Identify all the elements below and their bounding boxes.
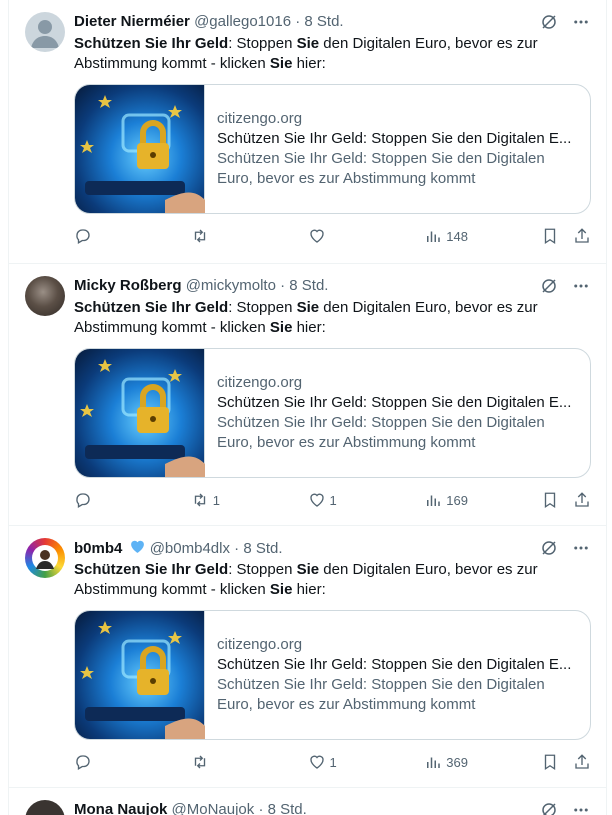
- tweet[interactable]: Mona Naujok @MoNaujok · 8 Std.: [9, 788, 606, 815]
- tweet-text: Schützen Sie Ihr Geld: Stoppen Sie den D…: [74, 35, 538, 72]
- retweet-icon: [194, 493, 205, 507]
- analytics-icon: [427, 757, 440, 768]
- heart-icon: [309, 755, 324, 769]
- card-domain: citizengo.org: [217, 636, 303, 653]
- reply-icon: [76, 755, 90, 770]
- views-count: 169: [446, 492, 468, 508]
- action-bar: 148: [74, 226, 591, 246]
- grok-icon[interactable]: [540, 277, 558, 295]
- reply-button[interactable]: [74, 227, 134, 245]
- heart-icon: [309, 229, 324, 243]
- tweet-header: Mona Naujok @MoNaujok · 8 Std.: [74, 800, 590, 815]
- avatar[interactable]: [25, 12, 65, 52]
- share-icon[interactable]: [573, 753, 591, 771]
- tweet-header: Dieter Nierméier @gallego1016 · 8 Std.: [74, 12, 590, 32]
- link-card[interactable]: citizengo.org Schützen Sie Ihr Geld: Sto…: [74, 348, 591, 478]
- avatar[interactable]: [25, 800, 65, 815]
- tweet[interactable]: Micky Roßberg @mickymolto · 8 Std. Schüt…: [9, 264, 606, 526]
- grok-icon[interactable]: [540, 539, 558, 557]
- share-icon[interactable]: [573, 491, 591, 509]
- card-image: [75, 85, 205, 213]
- reply-button[interactable]: [74, 491, 134, 509]
- reply-icon: [76, 229, 90, 244]
- views-button[interactable]: 148: [424, 227, 484, 245]
- like-button[interactable]: 1: [308, 491, 368, 509]
- timestamp[interactable]: 8 Std.: [243, 540, 282, 557]
- grok-icon[interactable]: [540, 13, 558, 31]
- card-image: [75, 349, 205, 477]
- padlock-icon: [80, 359, 205, 477]
- blue-heart-icon: [130, 540, 144, 553]
- timeline: Dieter Nierméier @gallego1016 · 8 Std. S…: [8, 0, 607, 815]
- retweet-button[interactable]: [191, 753, 251, 771]
- avatar[interactable]: [25, 276, 65, 316]
- card-domain: citizengo.org: [217, 374, 303, 391]
- padlock-icon: [80, 621, 205, 739]
- default-avatar-icon: [31, 20, 59, 48]
- share-icon[interactable]: [573, 227, 591, 245]
- like-count: 1: [329, 492, 337, 508]
- author-handle[interactable]: @gallego1016: [194, 13, 291, 30]
- card-title: Schützen Sie Ihr Geld: Stoppen Sie den D…: [217, 656, 572, 673]
- action-bar: 1 369: [74, 752, 591, 772]
- bookmark-icon[interactable]: [541, 753, 559, 771]
- author-name[interactable]: b0mb4: [74, 540, 122, 557]
- timestamp[interactable]: 8 Std.: [289, 277, 328, 294]
- analytics-icon: [427, 495, 440, 506]
- avatar-figure-icon: [32, 545, 58, 571]
- author-handle[interactable]: @b0mb4dlx: [150, 540, 230, 557]
- timestamp[interactable]: 8 Std.: [304, 13, 343, 30]
- retweet-button[interactable]: [191, 227, 251, 245]
- retweet-button[interactable]: 1: [191, 491, 251, 509]
- more-icon[interactable]: [572, 277, 590, 295]
- more-icon[interactable]: [572, 801, 590, 815]
- tweet[interactable]: Dieter Nierméier @gallego1016 · 8 Std. S…: [9, 0, 606, 264]
- author-handle[interactable]: @mickymolto: [186, 277, 276, 294]
- retweet-count: 1: [212, 492, 220, 508]
- tweet-header: b0mb4 @b0mb4dlx · 8 Std.: [74, 538, 590, 558]
- grok-icon[interactable]: [540, 801, 558, 815]
- card-image: [75, 611, 205, 739]
- more-icon[interactable]: [572, 13, 590, 31]
- views-button[interactable]: 169: [424, 491, 484, 509]
- avatar[interactable]: [25, 538, 65, 578]
- heart-icon: [309, 493, 324, 507]
- card-description: Schützen Sie Ihr Geld: Stoppen Sie den D…: [217, 414, 545, 451]
- author-handle[interactable]: @MoNaujok: [172, 801, 255, 815]
- card-title: Schützen Sie Ihr Geld: Stoppen Sie den D…: [217, 394, 572, 411]
- tweet[interactable]: b0mb4 @b0mb4dlx · 8 Std. Schützen Sie Ih…: [9, 526, 606, 788]
- card-title: Schützen Sie Ihr Geld: Stoppen Sie den D…: [217, 130, 572, 147]
- link-card[interactable]: citizengo.org Schützen Sie Ihr Geld: Sto…: [74, 84, 591, 214]
- views-count: 148: [446, 228, 468, 244]
- bookmark-icon[interactable]: [541, 491, 559, 509]
- analytics-icon: [427, 231, 440, 242]
- card-description: Schützen Sie Ihr Geld: Stoppen Sie den D…: [217, 676, 545, 713]
- retweet-icon: [194, 229, 205, 243]
- views-button[interactable]: 369: [424, 753, 484, 771]
- card-description: Schützen Sie Ihr Geld: Stoppen Sie den D…: [217, 150, 545, 187]
- like-button[interactable]: 1: [308, 753, 368, 771]
- timestamp[interactable]: 8 Std.: [268, 801, 307, 815]
- author-name[interactable]: Mona Naujok: [74, 801, 167, 815]
- like-button[interactable]: [308, 227, 368, 245]
- author-name[interactable]: Dieter Nierméier: [74, 13, 190, 30]
- tweet-header: Micky Roßberg @mickymolto · 8 Std.: [74, 276, 590, 296]
- like-count: 1: [329, 754, 337, 770]
- reply-button[interactable]: [74, 753, 134, 771]
- tweet-text: Schützen Sie Ihr Geld: Stoppen Sie den D…: [74, 299, 538, 336]
- action-bar: 1 1 169: [74, 490, 591, 510]
- reply-icon: [76, 493, 90, 508]
- link-card[interactable]: citizengo.org Schützen Sie Ihr Geld: Sto…: [74, 610, 591, 740]
- card-domain: citizengo.org: [217, 110, 303, 127]
- padlock-icon: [80, 95, 205, 213]
- views-count: 369: [446, 754, 468, 770]
- tweet-text: Schützen Sie Ihr Geld: Stoppen Sie den D…: [74, 561, 538, 598]
- more-icon[interactable]: [572, 539, 590, 557]
- retweet-icon: [194, 755, 205, 769]
- bookmark-icon[interactable]: [541, 227, 559, 245]
- author-name[interactable]: Micky Roßberg: [74, 277, 182, 294]
